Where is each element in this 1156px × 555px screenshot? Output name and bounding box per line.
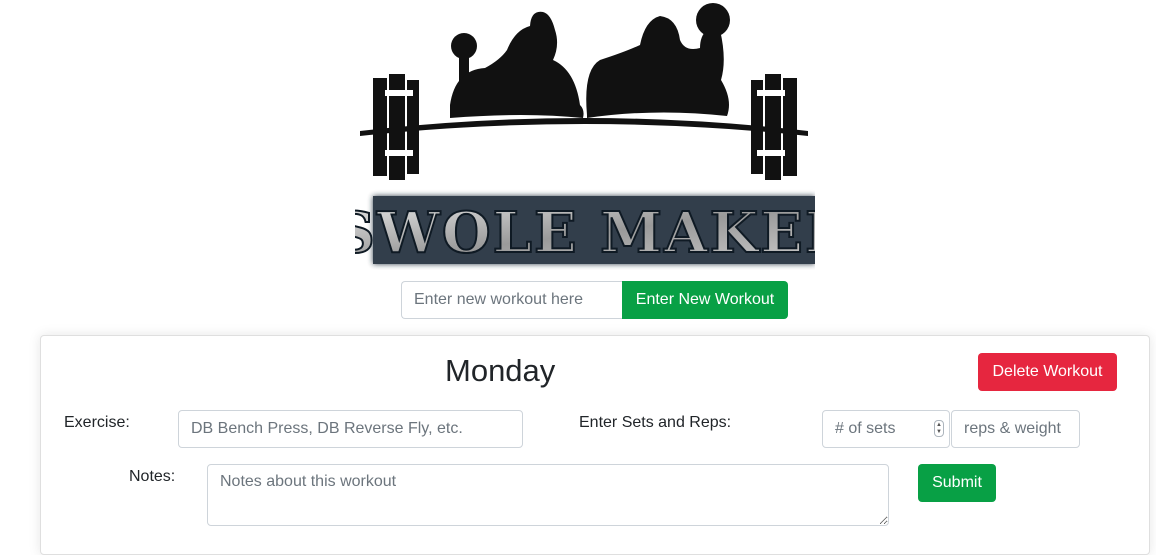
number-stepper-icon[interactable]: ▲ ▼	[934, 420, 944, 437]
sets-reps-label: Enter Sets and Reps:	[579, 414, 732, 431]
enter-new-workout-button[interactable]: Enter New Workout	[622, 281, 788, 319]
sets-input[interactable]	[822, 410, 950, 448]
submit-button[interactable]: Submit	[918, 464, 996, 502]
stepper-down-icon: ▼	[936, 428, 942, 435]
notes-textarea[interactable]	[207, 464, 889, 526]
weightlifters-logo-icon: SWOLE MAKER	[334, 3, 853, 267]
swole-maker-logo: SWOLE MAKER	[334, 0, 853, 270]
workout-card: Monday Delete Workout Exercise: Enter Se…	[40, 335, 1150, 555]
notes-label: Notes:	[129, 468, 176, 485]
reps-weight-input[interactable]	[951, 410, 1080, 448]
new-workout-input[interactable]	[401, 281, 622, 319]
svg-text:SWOLE MAKER: SWOLE MAKER	[355, 200, 815, 266]
new-workout-form: Enter New Workout	[401, 281, 788, 319]
sets-stepper: ▲ ▼	[822, 410, 950, 448]
exercise-input[interactable]	[178, 410, 523, 448]
workout-day-title: Monday	[445, 353, 556, 388]
exercise-label: Exercise:	[64, 414, 130, 431]
delete-workout-button[interactable]: Delete Workout	[978, 353, 1117, 391]
stepper-up-icon: ▲	[936, 421, 942, 428]
